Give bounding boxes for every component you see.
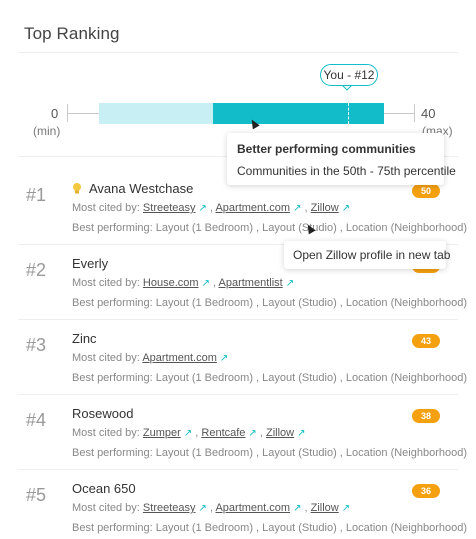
best-performing: Best performing: Layout (1 Bedroom) , La…	[72, 447, 467, 459]
external-link-icon[interactable]: ↗	[220, 353, 228, 364]
best-label: Best performing:	[72, 372, 153, 384]
best-performing: Best performing: Layout (1 Bedroom) , La…	[72, 522, 467, 534]
source-link[interactable]: Apartment.com	[215, 502, 290, 514]
axis-line-left	[67, 113, 99, 114]
best-performing: Best performing: Layout (1 Bedroom) , La…	[72, 372, 467, 384]
community-name-text: Zinc	[72, 331, 97, 346]
cited-label: Most cited by:	[72, 277, 140, 289]
external-link-icon[interactable]: ↗	[199, 203, 207, 214]
score-badge: 36	[412, 484, 440, 498]
source-link[interactable]: Zillow	[311, 202, 339, 214]
community-name: Zinc	[72, 331, 97, 346]
lightbulb-icon	[73, 183, 81, 194]
community-name-text: Avana Westchase	[89, 181, 194, 196]
rank-number: #5	[26, 485, 47, 505]
cited-label: Most cited by:	[72, 427, 140, 439]
community-name-text: Rosewood	[72, 406, 134, 421]
source-link[interactable]: Streeteasy	[143, 502, 196, 514]
source-link[interactable]: Apartmentlist	[219, 277, 283, 289]
ranking-row[interactable]: #3 Zinc Most cited by: Apartment.com ↗ Best …	[18, 319, 467, 394]
community-name-text: Everly	[72, 256, 109, 271]
score-badge: 50	[412, 184, 440, 198]
best-label: Best performing:	[72, 447, 153, 459]
rank-number: #2	[26, 260, 47, 280]
page-title: Top Ranking	[24, 24, 120, 43]
best-performing: Best performing: Layout (1 Bedroom) , La…	[72, 222, 467, 234]
you-position-bubble: You - #12	[320, 64, 378, 86]
divider	[18, 52, 458, 53]
external-link-icon[interactable]: ↗	[342, 203, 350, 214]
most-cited-by: Most cited by: Streeteasy ↗ , Apartment.c…	[72, 502, 351, 514]
min-label: (min)	[33, 124, 61, 138]
most-cited-by: Most cited by: Zumper ↗ , Rentcafe ↗ , Zil…	[72, 427, 306, 439]
cited-label: Most cited by:	[72, 202, 140, 214]
community-name: Ocean 650	[72, 481, 136, 496]
most-cited-by: Most cited by: House.com ↗ , Apartmentlis…	[72, 277, 295, 289]
most-cited-by: Most cited by: Apartment.com ↗	[72, 352, 228, 364]
range-bar-lower[interactable]	[99, 103, 213, 124]
ranking-row[interactable]: #5 Ocean 650 Most cited by: Streeteasy ↗ , …	[18, 469, 467, 539]
best-values: Layout (1 Bedroom) , Layout (Studio) , L…	[155, 297, 467, 309]
range-tooltip: Better performing communities Communitie…	[227, 133, 456, 185]
score-badge: 43	[412, 334, 440, 348]
you-marker-line	[348, 103, 349, 124]
best-label: Best performing:	[72, 522, 153, 534]
source-link[interactable]: Zumper	[143, 427, 181, 439]
best-values: Layout (1 Bedroom) , Layout (Studio) , L…	[155, 372, 467, 384]
source-link[interactable]: Apartment.com	[142, 352, 217, 364]
cited-label: Most cited by:	[72, 352, 140, 364]
external-link-icon[interactable]: ↗	[202, 278, 210, 289]
max-tick	[414, 104, 415, 122]
external-link-icon[interactable]: ↗	[286, 278, 294, 289]
community-name: Avana Westchase	[72, 181, 193, 196]
tooltip-title: Better performing communities	[237, 142, 416, 156]
external-link-icon[interactable]: ↗	[184, 428, 192, 439]
external-link-icon[interactable]: ↗	[293, 203, 301, 214]
external-link-icon[interactable]: ↗	[342, 503, 350, 514]
best-performing: Best performing: Layout (1 Bedroom) , La…	[72, 297, 467, 309]
max-value: 40	[421, 106, 436, 121]
score-badge: 38	[412, 409, 440, 423]
axis-line-right	[384, 113, 415, 114]
best-values: Layout (1 Bedroom) , Layout (Studio) , L…	[155, 447, 467, 459]
min-tick	[67, 104, 68, 122]
profile-link-tooltip: Open Zillow profile in new tab	[284, 241, 450, 269]
rank-number: #1	[26, 185, 47, 205]
source-link[interactable]: House.com	[143, 277, 199, 289]
source-link[interactable]: Streeteasy	[143, 202, 196, 214]
source-link[interactable]: Rentcafe	[201, 427, 245, 439]
best-label: Best performing:	[72, 297, 153, 309]
community-name: Everly	[72, 256, 108, 271]
ranking-row[interactable]: #4 Rosewood Most cited by: Zumper ↗ , Rentc…	[18, 394, 467, 469]
community-name-text: Ocean 650	[72, 481, 136, 496]
tooltip-text: Communities in the 50th - 75th percentil…	[237, 164, 456, 178]
source-link[interactable]: Zillow	[266, 427, 294, 439]
range-bar-better[interactable]	[213, 103, 384, 124]
most-cited-by: Most cited by: Streeteasy ↗ , Apartment.c…	[72, 202, 351, 214]
best-values: Layout (1 Bedroom) , Layout (Studio) , L…	[155, 522, 467, 534]
external-link-icon[interactable]: ↗	[248, 428, 256, 439]
source-link[interactable]: Apartment.com	[215, 202, 290, 214]
external-link-icon[interactable]: ↗	[199, 503, 207, 514]
rank-number: #3	[26, 335, 47, 355]
cited-label: Most cited by:	[72, 502, 140, 514]
external-link-icon[interactable]: ↗	[293, 503, 301, 514]
min-value: 0	[51, 106, 59, 121]
external-link-icon[interactable]: ↗	[297, 428, 305, 439]
source-link[interactable]: Zillow	[311, 502, 339, 514]
rank-number: #4	[26, 410, 47, 430]
community-name: Rosewood	[72, 406, 133, 421]
best-label: Best performing:	[72, 222, 153, 234]
